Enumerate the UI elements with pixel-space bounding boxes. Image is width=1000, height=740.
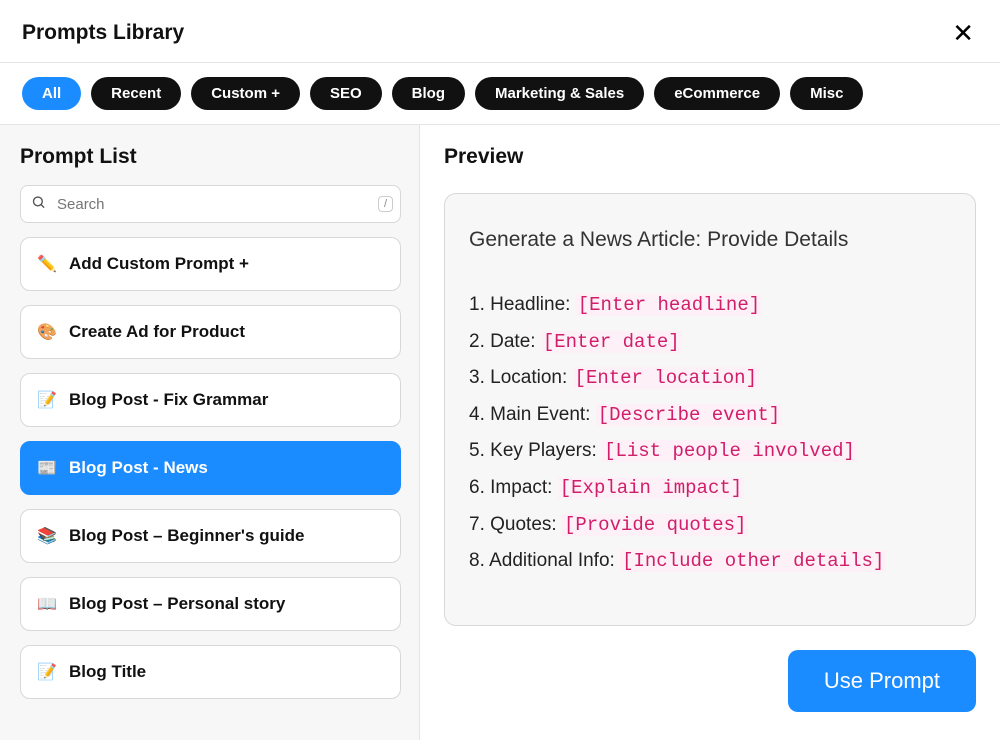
- list-item-label: Blog Post – Personal story: [69, 594, 285, 614]
- modal-body: Prompt List / ✏️ Add Custom Prompt + 🎨 C…: [0, 125, 1000, 740]
- preview-field: 3. Location: [Enter location]: [469, 365, 951, 392]
- field-label: Main Event:: [490, 404, 590, 425]
- close-icon[interactable]: ✕: [948, 18, 978, 48]
- list-item-personal-story[interactable]: 📖 Blog Post – Personal story: [20, 577, 401, 631]
- preview-actions: Use Prompt: [444, 650, 976, 712]
- pill-seo[interactable]: SEO: [310, 77, 382, 110]
- field-label: Date:: [490, 331, 535, 352]
- preview-field: 7. Quotes: [Provide quotes]: [469, 512, 951, 539]
- books-icon: 📚: [37, 526, 57, 546]
- list-item-label: Create Ad for Product: [69, 322, 245, 342]
- field-num: 6.: [469, 477, 485, 498]
- palette-icon: 🎨: [37, 322, 57, 342]
- list-item-label: Add Custom Prompt +: [69, 254, 249, 274]
- field-num: 3.: [469, 367, 485, 388]
- field-num: 2.: [469, 331, 485, 352]
- field-placeholder: [Provide quotes]: [562, 514, 748, 536]
- field-num: 7.: [469, 514, 485, 535]
- preview-field: 1. Headline: [Enter headline]: [469, 292, 951, 319]
- pill-blog[interactable]: Blog: [392, 77, 465, 110]
- pill-marketing[interactable]: Marketing & Sales: [475, 77, 644, 110]
- field-label: Location:: [490, 367, 567, 388]
- field-placeholder: [List people involved]: [602, 440, 857, 462]
- pill-custom[interactable]: Custom +: [191, 77, 300, 110]
- field-placeholder: [Include other details]: [620, 550, 886, 572]
- prompt-list-panel: Prompt List / ✏️ Add Custom Prompt + 🎨 C…: [0, 125, 420, 740]
- field-placeholder: [Enter date]: [541, 331, 682, 353]
- preview-field: 6. Impact: [Explain impact]: [469, 475, 951, 502]
- preview-field: 5. Key Players: [List people involved]: [469, 438, 951, 465]
- preview-box: Generate a News Article: Provide Details…: [444, 193, 976, 626]
- list-item-blog-title[interactable]: 📝 Blog Title: [20, 645, 401, 699]
- search-icon: [31, 195, 46, 214]
- field-label: Quotes:: [490, 514, 557, 535]
- memo-icon: 📝: [37, 662, 57, 682]
- preview-field: 4. Main Event: [Describe event]: [469, 402, 951, 429]
- list-item-add-custom[interactable]: ✏️ Add Custom Prompt +: [20, 237, 401, 291]
- field-label: Impact:: [490, 477, 552, 498]
- pill-recent[interactable]: Recent: [91, 77, 181, 110]
- preview-heading: Preview: [444, 145, 976, 169]
- search-input[interactable]: [20, 185, 401, 223]
- preview-field: 2. Date: [Enter date]: [469, 329, 951, 356]
- list-item-label: Blog Title: [69, 662, 146, 682]
- pill-misc[interactable]: Misc: [790, 77, 863, 110]
- preview-field: 8. Additional Info: [Include other detai…: [469, 548, 951, 575]
- list-item-label: Blog Post - News: [69, 458, 208, 478]
- use-prompt-button[interactable]: Use Prompt: [788, 650, 976, 712]
- preview-panel: Preview Generate a News Article: Provide…: [420, 125, 1000, 740]
- pill-ecommerce[interactable]: eCommerce: [654, 77, 780, 110]
- field-placeholder: [Enter location]: [573, 367, 759, 389]
- preview-title: Generate a News Article: Provide Details: [469, 228, 951, 252]
- list-item-blog-news[interactable]: 📰 Blog Post - News: [20, 441, 401, 495]
- pill-all[interactable]: All: [22, 77, 81, 110]
- preview-fields: 1. Headline: [Enter headline] 2. Date: […: [469, 292, 951, 575]
- prompts-library-modal: Prompts Library ✕ All Recent Custom + SE…: [0, 0, 1000, 740]
- field-placeholder: [Enter headline]: [576, 294, 762, 316]
- list-item-beginners-guide[interactable]: 📚 Blog Post – Beginner's guide: [20, 509, 401, 563]
- field-num: 8.: [469, 550, 485, 571]
- newspaper-icon: 📰: [37, 458, 57, 478]
- field-num: 4.: [469, 404, 485, 425]
- prompt-list-heading: Prompt List: [20, 145, 401, 169]
- field-label: Additional Info:: [489, 550, 615, 571]
- field-num: 5.: [469, 440, 485, 461]
- list-item-label: Blog Post - Fix Grammar: [69, 390, 268, 410]
- list-item-create-ad[interactable]: 🎨 Create Ad for Product: [20, 305, 401, 359]
- category-pills: All Recent Custom + SEO Blog Marketing &…: [0, 63, 1000, 125]
- prompt-list: ✏️ Add Custom Prompt + 🎨 Create Ad for P…: [20, 237, 401, 699]
- field-placeholder: [Explain impact]: [558, 477, 744, 499]
- open-book-icon: 📖: [37, 594, 57, 614]
- pencil-icon: ✏️: [37, 254, 57, 274]
- search-wrap: /: [20, 185, 401, 223]
- memo-icon: 📝: [37, 390, 57, 410]
- list-item-label: Blog Post – Beginner's guide: [69, 526, 304, 546]
- slash-shortcut-badge: /: [378, 196, 393, 212]
- modal-header: Prompts Library ✕: [0, 0, 1000, 62]
- list-item-fix-grammar[interactable]: 📝 Blog Post - Fix Grammar: [20, 373, 401, 427]
- field-label: Headline:: [490, 294, 570, 315]
- modal-title: Prompts Library: [22, 21, 184, 45]
- field-num: 1.: [469, 294, 485, 315]
- field-placeholder: [Describe event]: [596, 404, 782, 426]
- field-label: Key Players:: [490, 440, 597, 461]
